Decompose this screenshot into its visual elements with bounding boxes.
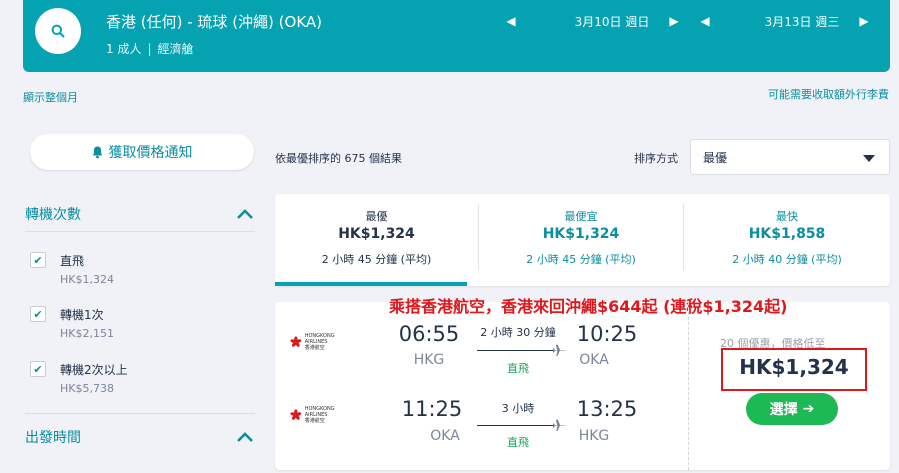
tab-duration: 2 小時 45 分鐘 (平均): [321, 253, 432, 266]
airline-name-en: HONGKONG AIRLINES: [304, 333, 335, 345]
depart-date[interactable]: 3月10日 週日: [552, 13, 672, 30]
tab-duration: 2 小時 45 分鐘 (平均): [526, 253, 636, 266]
arrive-time: 13:25: [576, 397, 638, 421]
airline-logo: HONGKONG AIRLINES 香港航空: [290, 405, 350, 425]
route-line: [477, 350, 554, 351]
airline-name-en: HONGKONG AIRLINES: [304, 406, 335, 418]
stops-option-price: HK$5,738: [60, 382, 114, 395]
stops-option-label: 轉機2次以上: [60, 363, 128, 377]
route-line: [477, 425, 554, 426]
chevron-up-icon[interactable]: [236, 431, 254, 443]
flight-duration: 2 小時 30 分鐘: [480, 326, 556, 339]
price-alert-label: 獲取價格通知: [108, 145, 193, 161]
passenger-count: 1 成人: [106, 42, 142, 56]
tab-label: 最優: [365, 210, 388, 223]
return-date-prev-icon[interactable]: ◀: [698, 14, 712, 28]
results-count: 依最優排序的 675 個結果: [275, 152, 402, 165]
stops-option-label: 直飛: [60, 254, 85, 268]
checkbox[interactable]: ✔: [30, 252, 46, 268]
arrive-airport: HKG: [578, 428, 610, 444]
flight-price: HK$1,324: [739, 355, 849, 379]
tab-price: HK$1,324: [338, 226, 415, 242]
arrive-time: 10:25: [576, 322, 638, 346]
return-date-next-icon[interactable]: ▶: [857, 14, 871, 28]
tab-label: 最便宜: [564, 210, 598, 223]
select-button-label: 選擇: [769, 402, 798, 418]
price-alert-button[interactable]: 獲取價格通知: [30, 134, 254, 170]
sort-label: 排序方式: [634, 152, 678, 165]
checkbox[interactable]: ✔: [30, 306, 46, 322]
tab-price: HK$1,858: [748, 226, 826, 242]
airline-logo: HONGKONG AIRLINES 香港航空: [290, 332, 350, 352]
tab-label: 最快: [776, 210, 798, 223]
tab-fastest[interactable]: 最快 HK$1,858 2 小時 40 分鐘 (平均): [684, 194, 890, 286]
search-icon: [51, 24, 65, 38]
sort-value: 最優: [703, 150, 728, 165]
show-whole-month-link[interactable]: 顯示整個月: [23, 89, 78, 105]
divider: [25, 413, 255, 414]
airline-name-zh: 香港航空: [304, 345, 325, 351]
passenger-summary: 1 成人 | 經濟艙: [106, 42, 194, 56]
search-summary-bar[interactable]: 香港 (任何) - 琉球 (沖繩) (OKA) 1 成人 | 經濟艙 ◀ 3月10日…: [23, 0, 890, 72]
depart-date-next-icon[interactable]: ▶: [667, 14, 681, 28]
bauhinia-icon: [290, 409, 302, 420]
sort-tabs: 最優 HK$1,324 2 小時 45 分鐘 (平均) 最便宜 HK$1,324…: [275, 194, 890, 286]
stops-info: 直飛: [507, 362, 529, 375]
cabin-class: 經濟艙: [157, 42, 194, 56]
depart-time: 11:25: [401, 397, 463, 421]
stops-option-label: 轉機1次: [60, 308, 104, 322]
bell-icon: [92, 146, 102, 158]
depart-airport: HKG: [413, 352, 445, 368]
sort-dropdown[interactable]: 最優: [690, 139, 890, 175]
flight-duration: 3 小時: [501, 402, 535, 415]
active-tab-indicator: [275, 282, 467, 286]
baggage-fees-link[interactable]: 可能需要收取額外行李費: [768, 86, 889, 102]
stops-filter-title[interactable]: 轉機次數: [25, 204, 81, 224]
divider: [25, 231, 255, 232]
chevron-up-icon[interactable]: [236, 208, 254, 220]
depart-date-prev-icon[interactable]: ◀: [504, 14, 518, 28]
tab-duration: 2 小時 40 分鐘 (平均): [732, 253, 842, 266]
return-date[interactable]: 3月13日 週三: [742, 13, 862, 30]
bauhinia-icon: [290, 336, 302, 347]
divider: [688, 302, 689, 470]
promo-annotation: 乘搭香港航空，香港來回沖繩$644起 (連稅$1,324起): [389, 297, 788, 316]
departure-time-filter-title[interactable]: 出發時間: [25, 427, 81, 447]
depart-time: 06:55: [398, 322, 460, 346]
tab-price: HK$1,324: [542, 226, 620, 242]
search-button[interactable]: [35, 8, 81, 54]
tab-cheapest[interactable]: 最便宜 HK$1,324 2 小時 45 分鐘 (平均): [479, 194, 683, 286]
arrow-right-icon: ➔: [802, 401, 815, 417]
airline-name-zh: 香港航空: [304, 418, 325, 424]
tab-best[interactable]: 最優 HK$1,324 2 小時 45 分鐘 (平均): [275, 194, 478, 286]
stops-option-price: HK$1,324: [60, 273, 114, 286]
route-title: 香港 (任何) - 琉球 (沖繩) (OKA): [106, 13, 323, 31]
stops-option-price: HK$2,151: [60, 327, 114, 340]
select-button[interactable]: 選擇 ➔: [746, 393, 838, 425]
caret-down-icon: [863, 155, 875, 162]
checkbox[interactable]: ✔: [30, 361, 46, 377]
arrive-airport: OKA: [579, 352, 609, 368]
stops-info: 直飛: [507, 436, 529, 449]
